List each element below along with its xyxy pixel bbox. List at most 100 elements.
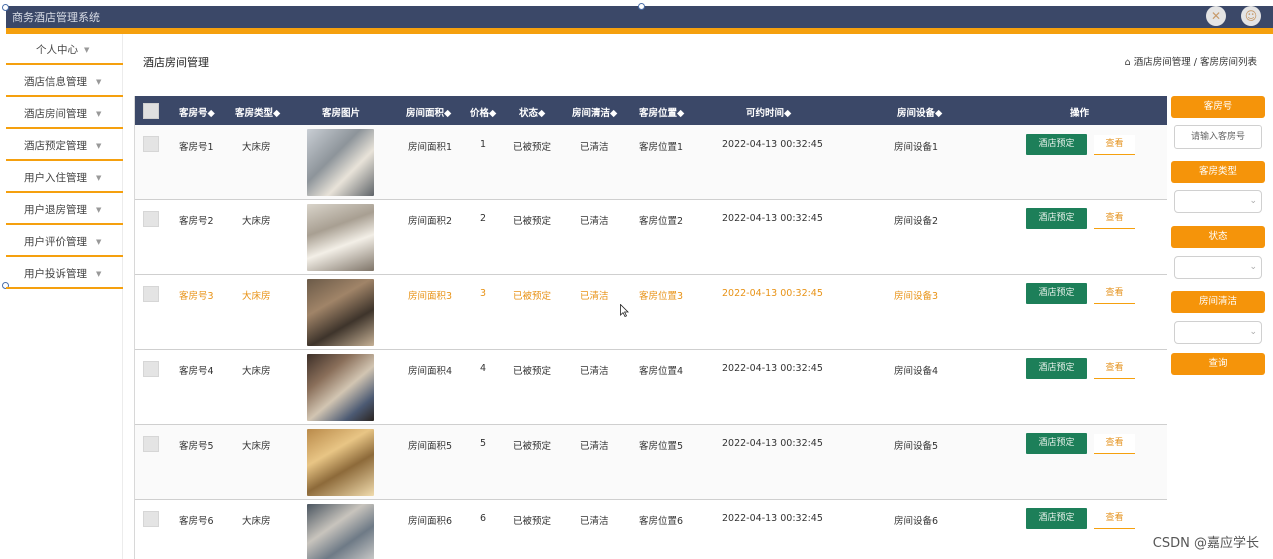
room-no-input[interactable]: 请输入客房号 (1174, 125, 1262, 149)
cell-time: 2022-04-13 00:32:45 (722, 438, 823, 449)
book-hotel-button[interactable]: 酒店预定 (1026, 283, 1087, 304)
resize-handle-topleft[interactable] (2, 4, 9, 11)
row-checkbox[interactable] (143, 211, 159, 227)
cell-room-type: 大床房 (242, 216, 271, 227)
resize-handle-top[interactable] (638, 3, 645, 10)
home-icon[interactable]: ⌂ (1125, 57, 1131, 68)
sidebar-item-reviews[interactable]: 用户评价管理 ▼ (6, 227, 123, 257)
view-button[interactable]: 查看 (1094, 284, 1135, 304)
cell-equipment: 房间设备5 (894, 441, 939, 452)
chevron-down-icon: ⌄ (1249, 196, 1257, 206)
row-checkbox[interactable] (143, 361, 159, 377)
cell-status: 已被预定 (513, 291, 552, 302)
table-row[interactable]: 客房号2 大床房 房间面积2 2 已被预定 已清洁 客房位置2 2022-04-… (135, 200, 1168, 275)
column-header-price[interactable]: 价格◆ (470, 105, 496, 119)
mouse-cursor-icon (620, 304, 629, 317)
clean-select[interactable]: ⌄ (1174, 321, 1262, 344)
table-row[interactable]: 客房号3 大床房 房间面积3 3 已被预定 已清洁 客房位置3 2022-04-… (135, 275, 1168, 350)
sidebar-item-label: 个人中心 (36, 44, 78, 56)
view-button[interactable]: 查看 (1094, 135, 1135, 155)
column-header-status[interactable]: 状态◆ (519, 105, 545, 119)
column-header-time[interactable]: 可约时间◆ (746, 105, 791, 119)
book-hotel-button[interactable]: 酒店预定 (1026, 208, 1087, 229)
sidebar-item-complaints[interactable]: 用户投诉管理 ▼ (6, 259, 123, 289)
cell-price: 2 (480, 213, 487, 224)
cell-room-no: 客房号4 (179, 366, 214, 377)
column-header-room-no[interactable]: 客房号◆ (179, 105, 215, 119)
cell-area: 房间面积3 (408, 291, 453, 302)
sidebar-item-label: 用户退房管理 (24, 204, 87, 216)
cell-room-type: 大床房 (242, 142, 271, 153)
cell-location: 客房位置2 (639, 216, 684, 227)
chevron-down-icon: ⌄ (1249, 327, 1257, 337)
book-hotel-button[interactable]: 酒店预定 (1026, 358, 1087, 379)
column-header-actions: 操作 (1070, 108, 1090, 119)
book-hotel-button[interactable]: 酒店预定 (1026, 134, 1087, 155)
cell-equipment: 房间设备2 (894, 216, 939, 227)
room-photo[interactable] (307, 129, 374, 196)
cell-equipment: 房间设备6 (894, 516, 939, 527)
user-icon[interactable]: ☺ (1241, 6, 1261, 26)
view-button[interactable]: 查看 (1094, 359, 1135, 379)
cell-area: 房间面积4 (408, 366, 453, 377)
cell-clean: 已清洁 (580, 516, 609, 527)
chevron-down-icon: ▼ (96, 238, 102, 246)
sidebar-item-checkin[interactable]: 用户入住管理 ▼ (6, 163, 123, 193)
column-header-area[interactable]: 房间面积◆ (406, 105, 451, 119)
column-header-room-type[interactable]: 客房类型◆ (235, 105, 280, 119)
query-button[interactable]: 查询 (1171, 353, 1265, 375)
cell-status: 已被预定 (513, 142, 552, 153)
select-all-checkbox[interactable] (143, 103, 159, 119)
sidebar-item-label: 用户评价管理 (24, 236, 87, 248)
column-header-clean[interactable]: 房间清洁◆ (572, 105, 617, 119)
cell-room-no: 客房号1 (179, 142, 214, 153)
cell-room-no: 客房号5 (179, 441, 214, 452)
table-row[interactable]: 客房号4 大床房 房间面积4 4 已被预定 已清洁 客房位置4 2022-04-… (135, 350, 1168, 425)
cell-equipment: 房间设备3 (894, 291, 939, 302)
row-checkbox[interactable] (143, 286, 159, 302)
view-button[interactable]: 查看 (1094, 434, 1135, 454)
cell-clean: 已清洁 (580, 366, 609, 377)
view-button[interactable]: 查看 (1094, 209, 1135, 229)
sidebar-item-label: 用户投诉管理 (24, 268, 87, 280)
sidebar-item-hotel-booking[interactable]: 酒店预定管理 ▼ (6, 131, 123, 161)
column-header-location[interactable]: 客房位置◆ (639, 105, 684, 119)
chevron-down-icon: ▼ (96, 174, 102, 182)
room-photo[interactable] (307, 354, 374, 421)
row-checkbox[interactable] (143, 511, 159, 527)
cell-price: 5 (480, 438, 487, 449)
sidebar-item-checkout[interactable]: 用户退房管理 ▼ (6, 195, 123, 225)
cell-room-type: 大床房 (242, 366, 271, 377)
table-row[interactable]: 客房号5 大床房 房间面积5 5 已被预定 已清洁 客房位置5 2022-04-… (135, 425, 1168, 500)
sidebar-item-label: 酒店信息管理 (24, 76, 87, 88)
cell-status: 已被预定 (513, 516, 552, 527)
sidebar-item-label: 用户入住管理 (24, 172, 87, 184)
status-filter-label: 状态 (1171, 226, 1265, 248)
room-photo[interactable] (307, 279, 374, 346)
room-photo[interactable] (307, 429, 374, 496)
cell-clean: 已清洁 (580, 441, 609, 452)
cell-room-no: 客房号2 (179, 216, 214, 227)
status-select[interactable]: ⌄ (1174, 256, 1262, 279)
cell-clean: 已清洁 (580, 216, 609, 227)
breadcrumb-level1[interactable]: 酒店房间管理 (1134, 57, 1191, 68)
room-photo[interactable] (307, 504, 374, 559)
column-header-equipment[interactable]: 房间设备◆ (897, 105, 942, 119)
cell-area: 房间面积5 (408, 441, 453, 452)
cell-location: 客房位置6 (639, 516, 684, 527)
table-row[interactable]: 客房号1 大床房 房间面积1 1 已被预定 已清洁 客房位置1 2022-04-… (135, 125, 1168, 200)
room-type-select[interactable]: ⌄ (1174, 190, 1262, 213)
book-hotel-button[interactable]: 酒店预定 (1026, 508, 1087, 529)
book-hotel-button[interactable]: 酒店预定 (1026, 433, 1087, 454)
sidebar-item-hotel-info[interactable]: 酒店信息管理 ▼ (6, 67, 123, 97)
row-checkbox[interactable] (143, 136, 159, 152)
table-row[interactable]: 客房号6 大床房 房间面积6 6 已被预定 已清洁 客房位置6 2022-04-… (135, 500, 1168, 559)
room-photo[interactable] (307, 204, 374, 271)
cell-status: 已被预定 (513, 216, 552, 227)
sidebar-item-hotel-rooms[interactable]: 酒店房间管理 ▼ (6, 99, 123, 129)
close-icon[interactable]: ✕ (1206, 6, 1226, 26)
room-table: 客房号◆ 客房类型◆ 客房图片 房间面积◆ 价格◆ 状态◆ 房间清洁◆ 客房位置… (134, 96, 1168, 559)
sidebar-item-personal-center[interactable]: 个人中心 ▼ (6, 35, 123, 65)
row-checkbox[interactable] (143, 436, 159, 452)
view-button[interactable]: 查看 (1094, 509, 1135, 529)
